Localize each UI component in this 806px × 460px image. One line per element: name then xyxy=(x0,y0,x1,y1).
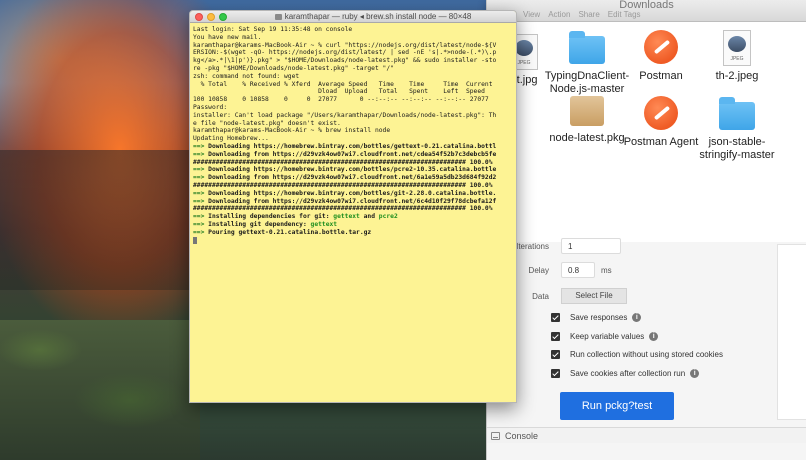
file-item-th-2-jpeg[interactable]: JPEG th-2.jpeg xyxy=(692,30,782,83)
checkbox-checked[interactable] xyxy=(551,350,560,359)
terminal-window[interactable]: karamthapar — ruby ◂ brew.sh install nod… xyxy=(189,10,517,403)
jpeg-file-icon: JPEG xyxy=(723,30,751,66)
finder-file-grid: JPEG pt.jpg TypingDnaClient- Node.js-mas… xyxy=(487,22,806,242)
checkbox-checked[interactable] xyxy=(551,369,560,378)
terminal-line: ########################################… xyxy=(193,181,493,189)
home-folder-icon xyxy=(274,14,282,20)
terminal-cursor-line xyxy=(193,236,513,245)
terminal-line: ==> Installing dependencies for git: get… xyxy=(193,213,398,221)
terminal-line: e file "node-latest.pkg" doesn't exist. xyxy=(193,119,341,127)
terminal-line: You have new mail. xyxy=(193,33,262,41)
terminal-line: kg</a>.*|\1|p')}.pkg" > "$HOME/Downloads… xyxy=(193,57,497,65)
option-save-cookies[interactable]: Save cookies after collection run i xyxy=(551,369,700,378)
terminal-line: ==> Downloading https://homebrew.bintray… xyxy=(193,142,497,150)
checkbox-checked[interactable] xyxy=(551,313,560,322)
terminal-line: ==> Pouring gettext-0.21.catalina.bottle… xyxy=(193,228,372,236)
postman-collection-runner: Iterations 1 Delay 0.8 ms Data Select Fi… xyxy=(486,238,806,460)
terminal-line: karamthapar@karams-MacBook-Air ~ % curl … xyxy=(193,41,497,49)
terminal-cursor xyxy=(193,236,197,244)
info-icon[interactable]: i xyxy=(649,332,659,341)
wallpaper-forest xyxy=(0,320,200,460)
terminal-line: ==> Downloading from https://d29vzk4ow07… xyxy=(193,150,497,158)
option-run-without-cookies[interactable]: Run collection without using stored cook… xyxy=(551,350,723,359)
delay-unit: ms xyxy=(601,265,612,275)
close-window-button[interactable] xyxy=(195,13,203,21)
terminal-line: Password: xyxy=(193,103,228,111)
postman-app-icon xyxy=(644,96,678,130)
option-label: Save cookies after collection run xyxy=(570,369,686,378)
terminal-line: Dload Upload Total Spent Left Speed xyxy=(193,88,485,96)
console-label: Console xyxy=(505,430,539,441)
finder-downloads-window: Downloads View Action Share Edit Tags JP… xyxy=(486,0,806,242)
console-icon xyxy=(491,431,500,440)
terminal-line: ERSION:-$(wget -qO- https://nodejs.org/d… xyxy=(193,49,497,57)
terminal-line: 100 10858 0 10858 0 0 27077 0 --:--:-- -… xyxy=(193,96,489,104)
finder-window-title: Downloads xyxy=(619,0,674,11)
terminal-line: Last login: Sat Sep 19 11:35:48 on conso… xyxy=(193,26,353,33)
select-file-button[interactable]: Select File xyxy=(561,288,627,304)
terminal-line: ########################################… xyxy=(193,158,493,166)
terminal-line: ==> Installing git dependency: gettext xyxy=(193,220,338,228)
terminal-line: % Total % Received % Xferd Average Speed… xyxy=(193,80,493,88)
option-label: Save responses xyxy=(570,313,628,322)
postman-app-icon xyxy=(644,30,678,64)
wallpaper-cliff xyxy=(0,150,200,290)
iterations-input[interactable]: 1 xyxy=(561,238,621,254)
option-label: Run collection without using stored cook… xyxy=(570,350,723,359)
share-button[interactable]: Share xyxy=(578,10,599,19)
terminal-titlebar[interactable]: karamthapar — ruby ◂ brew.sh install nod… xyxy=(190,11,516,23)
file-item-label: json-stable- stringify-master xyxy=(699,136,775,161)
terminal-line: re -pkg "$HOME/Downloads/node-latest.pkg… xyxy=(193,64,394,72)
runner-results-panel xyxy=(777,244,806,420)
folder-icon xyxy=(569,31,605,64)
terminal-line: ==> Downloading from https://d29vzk4ow07… xyxy=(193,197,497,205)
view-menu-button[interactable]: View xyxy=(523,10,540,19)
action-menu-button[interactable]: Action xyxy=(548,10,570,19)
terminal-output[interactable]: Last login: Sat Sep 19 11:35:48 on conso… xyxy=(190,23,516,244)
delay-input[interactable]: 0.8 xyxy=(561,262,595,278)
zoom-window-button[interactable] xyxy=(219,13,227,21)
terminal-line: ==> Downloading from https://d29vzk4ow07… xyxy=(193,174,497,182)
console-toggle[interactable]: Console xyxy=(487,427,806,443)
terminal-title: karamthapar — ruby ◂ brew.sh install nod… xyxy=(230,11,516,23)
terminal-line: installer: Can't load package "/Users/ka… xyxy=(193,111,497,119)
minimize-window-button[interactable] xyxy=(207,13,215,21)
info-icon[interactable]: i xyxy=(690,369,700,378)
package-icon xyxy=(570,96,604,126)
finder-toolbar: Downloads View Action Share Edit Tags xyxy=(487,0,806,22)
run-collection-button[interactable]: Run pckg?test xyxy=(560,392,674,420)
terminal-line: ==> Downloading https://homebrew.bintray… xyxy=(193,166,497,174)
edit-tags-button[interactable]: Edit Tags xyxy=(608,10,641,19)
finder-toolbar-actions: View Action Share Edit Tags xyxy=(523,10,641,19)
file-item-json-stable-stringify[interactable]: json-stable- stringify-master xyxy=(692,96,782,162)
terminal-line: Updating Homebrew... xyxy=(193,135,269,143)
file-item-label: th-2.jpeg xyxy=(715,70,759,82)
option-label: Keep variable values xyxy=(570,332,645,341)
info-icon[interactable]: i xyxy=(632,313,642,322)
terminal-line: ########################################… xyxy=(193,205,493,213)
checkbox-checked[interactable] xyxy=(551,332,560,341)
option-save-responses[interactable]: Save responses i xyxy=(551,313,642,322)
terminal-line: karamthapar@karams-MacBook-Air ~ % brew … xyxy=(193,127,391,135)
terminal-line: zsh: command not found: wget xyxy=(193,72,300,80)
option-keep-variable-values[interactable]: Keep variable values i xyxy=(551,332,659,341)
terminal-line: ==> Downloading https://homebrew.bintray… xyxy=(193,189,497,197)
folder-icon xyxy=(719,97,755,130)
